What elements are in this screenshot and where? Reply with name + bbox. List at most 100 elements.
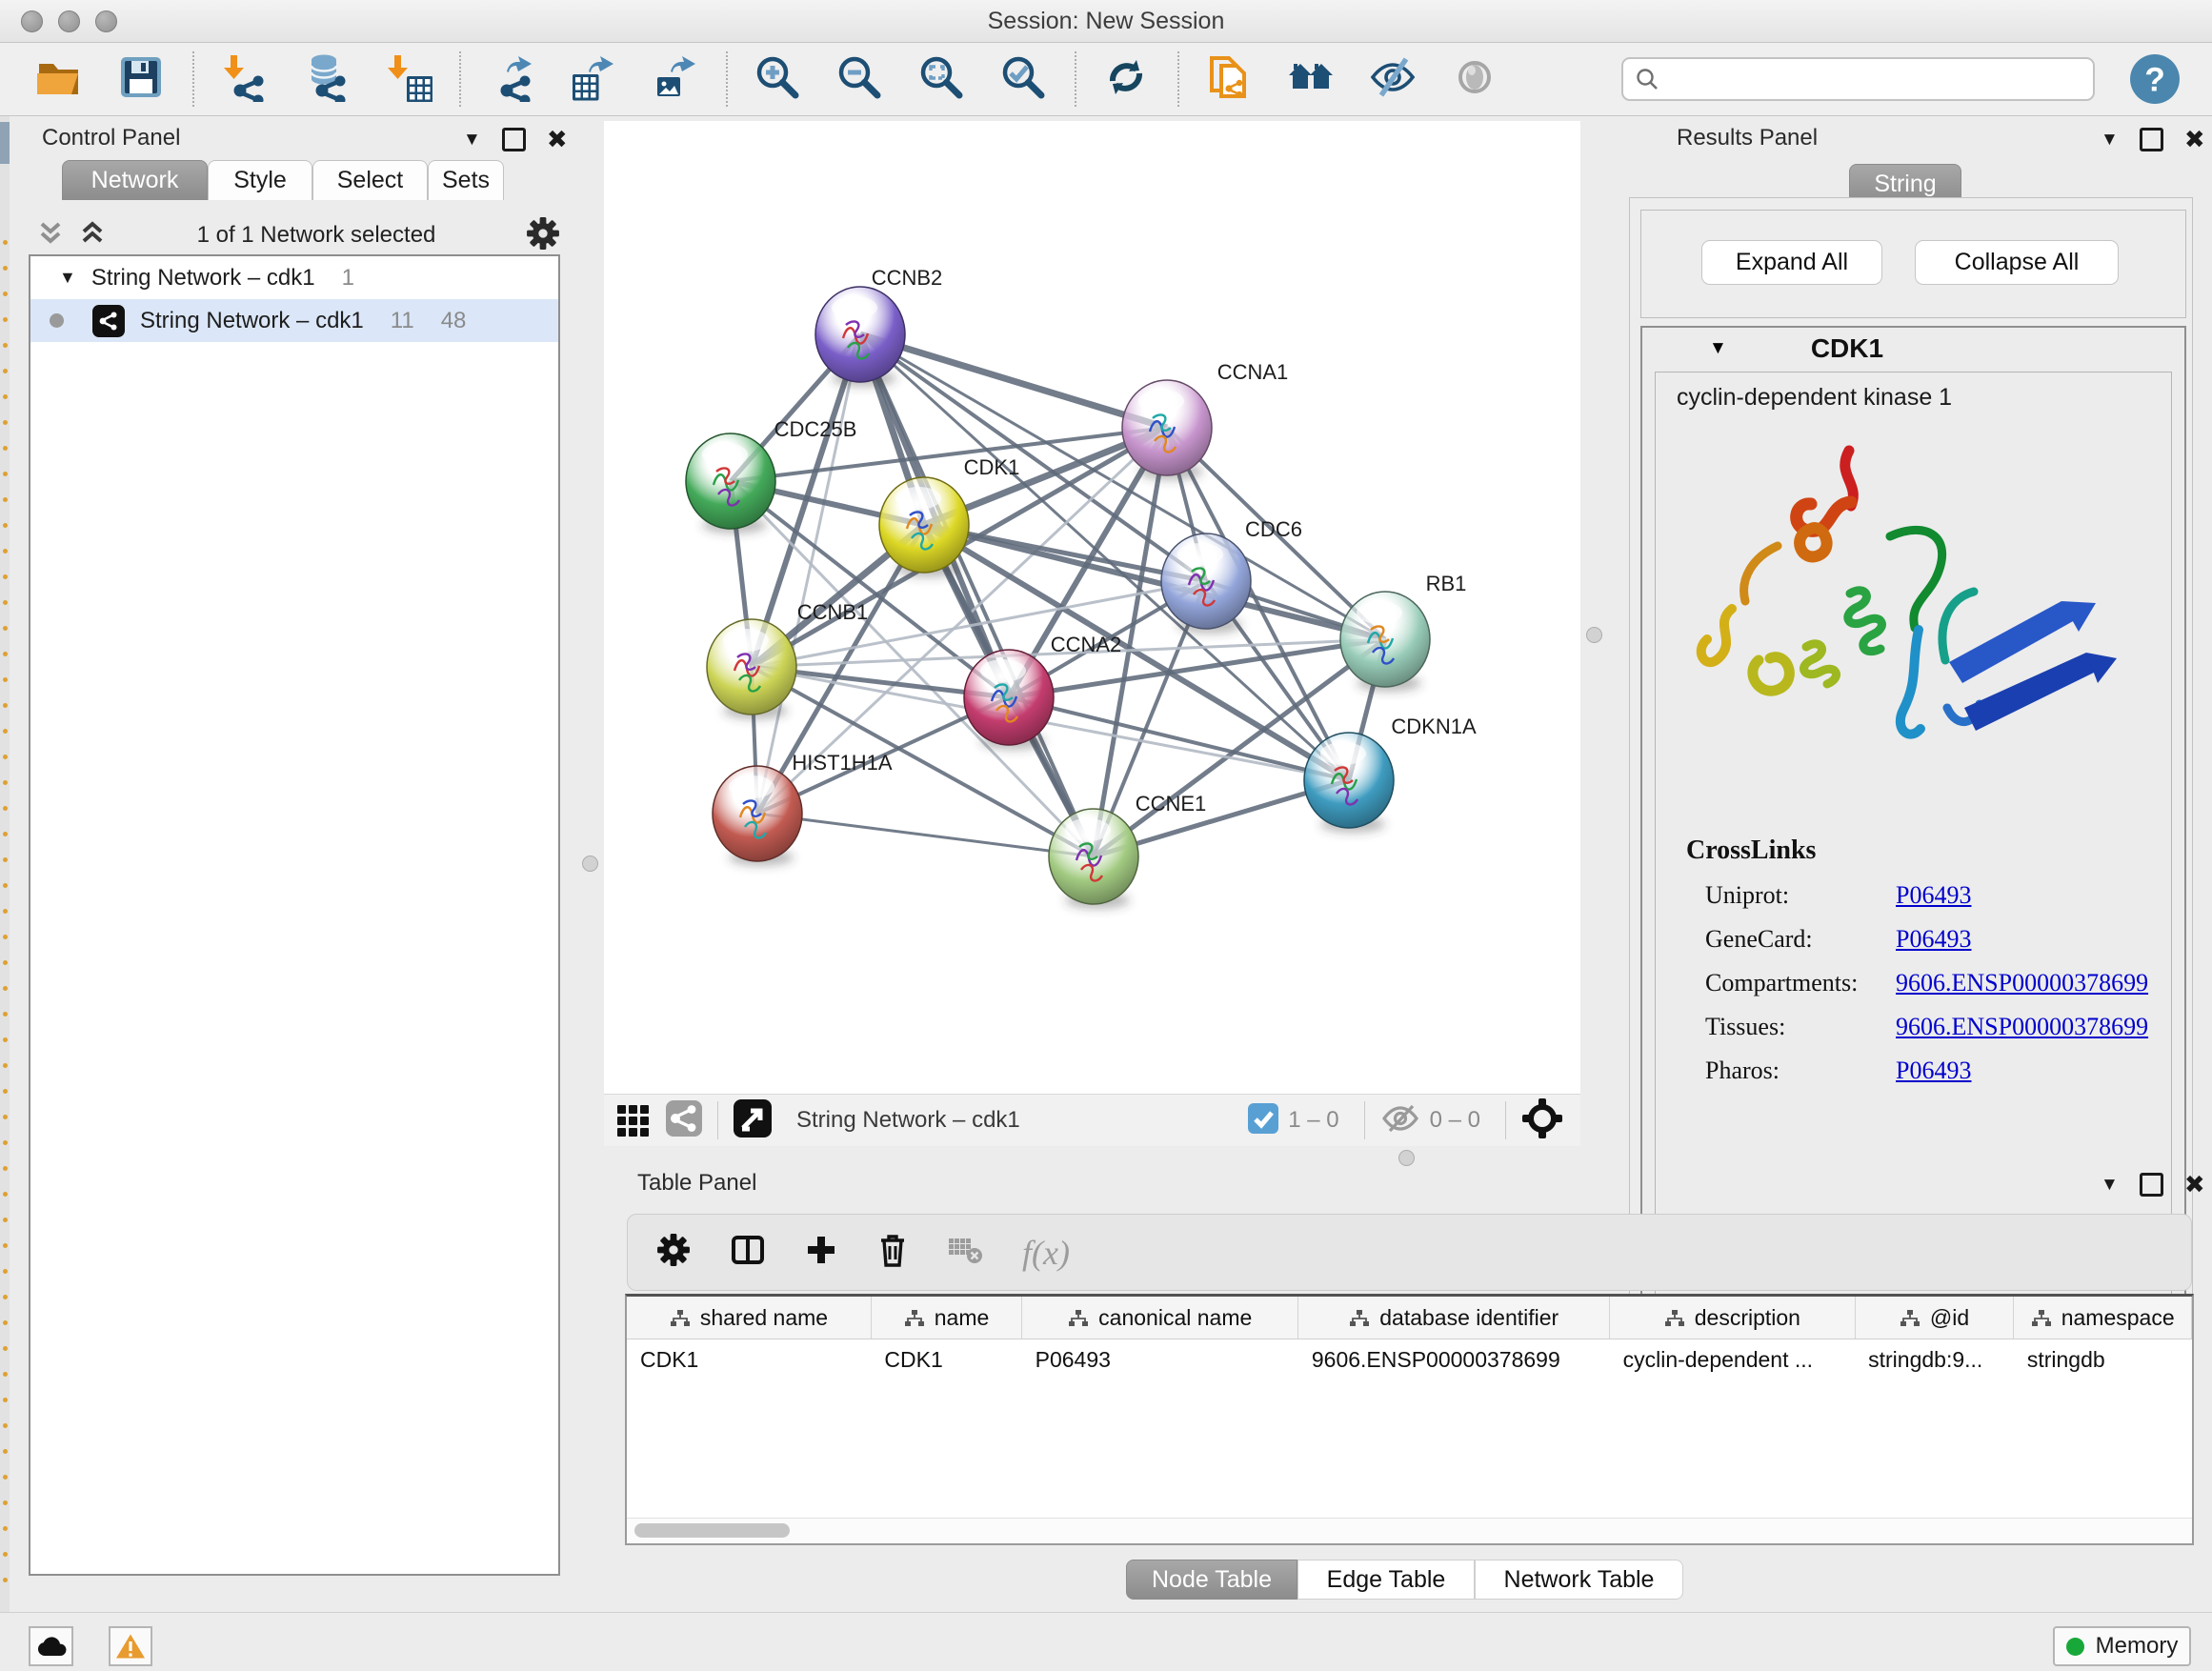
tab-node-table[interactable]: Node Table bbox=[1126, 1560, 1297, 1600]
table-cell[interactable]: CDK1 bbox=[627, 1339, 871, 1380]
edge-HIST1H1A-CCNE1[interactable] bbox=[757, 814, 1094, 856]
network-canvas[interactable]: CCNB2 CCNA1 CDC25B CDK1 bbox=[604, 121, 1580, 1146]
edge-CCNB2-CCNA1[interactable] bbox=[860, 334, 1167, 428]
toolbar-button-export-table[interactable] bbox=[566, 52, 619, 106]
gene-section-header[interactable]: ▼ CDK1 bbox=[1642, 328, 2184, 370]
fit-selection-crosshair-icon[interactable] bbox=[1521, 1097, 1563, 1144]
toolbar-button-floppy[interactable] bbox=[114, 52, 168, 106]
toolbar-button-zoom-fit[interactable] bbox=[915, 52, 968, 106]
tab-edge-table[interactable]: Edge Table bbox=[1297, 1560, 1475, 1600]
table-cell[interactable]: cyclin-dependent ... bbox=[1610, 1339, 1856, 1380]
toolbar-button-import-database[interactable] bbox=[299, 52, 352, 106]
toolbar-button-import-table[interactable] bbox=[381, 52, 434, 106]
edge-CCNB2-HIST1H1A[interactable] bbox=[757, 334, 860, 814]
tab-sets[interactable]: Sets bbox=[428, 160, 504, 200]
crosslink-link[interactable]: P06493 bbox=[1896, 1057, 1971, 1085]
toolbar-button-zoom-selected[interactable] bbox=[996, 52, 1050, 106]
float-results-icon[interactable] bbox=[2140, 128, 2163, 151]
collapse-table-icon[interactable]: ▼ bbox=[2101, 1175, 2119, 1196]
toolbar-button-refresh[interactable] bbox=[1099, 52, 1153, 106]
plus-button[interactable] bbox=[805, 1234, 837, 1271]
toolbar-button-export-image[interactable] bbox=[648, 52, 701, 106]
open-in-window-icon[interactable] bbox=[734, 1099, 772, 1142]
table-cell[interactable]: P06493 bbox=[1022, 1339, 1298, 1380]
toolbar-button-export-network[interactable] bbox=[484, 52, 537, 106]
toolbar-button-documents[interactable] bbox=[1202, 52, 1256, 106]
collapse-all-button[interactable]: Collapse All bbox=[1915, 240, 2119, 285]
toolbar-button-eye-slash[interactable] bbox=[1366, 52, 1419, 106]
table-hscrollbar[interactable] bbox=[627, 1518, 2192, 1543]
columns-button[interactable] bbox=[731, 1233, 765, 1272]
tab-network-table[interactable]: Network Table bbox=[1475, 1560, 1683, 1600]
selected-checkbox-icon[interactable] bbox=[1248, 1103, 1278, 1138]
column-header-name[interactable]: name bbox=[871, 1297, 1021, 1339]
help-button[interactable]: ? bbox=[2129, 53, 2181, 105]
column-header-database-identifier[interactable]: database identifier bbox=[1298, 1297, 1610, 1339]
table-cell[interactable]: 9606.ENSP00000378699 bbox=[1298, 1339, 1610, 1380]
toolbar-button-houses[interactable] bbox=[1284, 52, 1337, 106]
cloud-button[interactable] bbox=[29, 1626, 73, 1666]
search-input[interactable] bbox=[1659, 65, 2093, 93]
rail-dot bbox=[3, 574, 8, 579]
tab-network[interactable]: Network bbox=[62, 160, 208, 200]
table-cell[interactable]: stringdb:9... bbox=[1855, 1339, 2014, 1380]
network-graph[interactable]: CCNB2 CCNA1 CDC25B CDK1 bbox=[604, 121, 1580, 1094]
collapse-all-networks-icon[interactable] bbox=[78, 218, 107, 253]
network-node-CDKN1A[interactable]: CDKN1A bbox=[1304, 715, 1477, 833]
hscroll-thumb[interactable] bbox=[634, 1523, 790, 1538]
tree-expand-icon[interactable]: ▼ bbox=[59, 268, 76, 288]
network-node-CCNA1[interactable]: CCNA1 bbox=[1122, 360, 1288, 480]
crosslink-link[interactable]: P06493 bbox=[1896, 925, 1971, 954]
toolbar-button-zoom-out[interactable] bbox=[833, 52, 886, 106]
tab-style[interactable]: Style bbox=[208, 160, 312, 200]
tab-select[interactable]: Select bbox=[312, 160, 428, 200]
network-node-RB1[interactable]: RB1 bbox=[1340, 572, 1466, 692]
network-collection-row[interactable]: ▼ String Network – cdk1 1 bbox=[30, 256, 558, 299]
expand-all-button[interactable]: Expand All bbox=[1701, 240, 1882, 285]
hidden-eye-slash-icon[interactable] bbox=[1380, 1102, 1420, 1139]
table-cell[interactable]: stringdb bbox=[2014, 1339, 2192, 1380]
left-splitter-handle[interactable] bbox=[582, 856, 598, 872]
collapse-results-icon[interactable]: ▼ bbox=[2101, 130, 2119, 151]
network-node-CDK1[interactable]: CDK1 bbox=[879, 455, 1019, 577]
float-table-icon[interactable] bbox=[2140, 1173, 2163, 1197]
toolbar-button-zoom-in[interactable] bbox=[751, 52, 804, 106]
toolbar-button-import-network[interactable] bbox=[217, 52, 271, 106]
network-row[interactable]: String Network – cdk1 11 48 bbox=[30, 299, 558, 342]
column-header-canonical-name[interactable]: canonical name bbox=[1022, 1297, 1298, 1339]
grid-x-button[interactable] bbox=[948, 1236, 982, 1269]
table-cell[interactable]: CDK1 bbox=[871, 1339, 1021, 1380]
warning-button[interactable] bbox=[109, 1626, 152, 1666]
crosslink-link[interactable]: 9606.ENSP00000378699 bbox=[1896, 1013, 2148, 1041]
share-view-icon[interactable] bbox=[666, 1100, 702, 1141]
network-node-CCNB2[interactable]: CCNB2 bbox=[815, 266, 942, 387]
toolbar-button-folder[interactable] bbox=[32, 52, 86, 106]
edge-CCNB2-CCNE1[interactable] bbox=[860, 334, 1094, 856]
expand-all-networks-icon[interactable] bbox=[36, 218, 65, 253]
network-node-HIST1H1A[interactable]: HIST1H1A bbox=[713, 751, 893, 866]
bottom-splitter-handle[interactable] bbox=[1398, 1150, 1415, 1166]
column-header-description[interactable]: description bbox=[1610, 1297, 1856, 1339]
column-header-namespace[interactable]: namespace bbox=[2014, 1297, 2192, 1339]
crosslink-link[interactable]: 9606.ENSP00000378699 bbox=[1896, 969, 2148, 997]
network-options-gear-icon[interactable] bbox=[526, 216, 560, 255]
close-results-icon[interactable]: ✖ bbox=[2184, 125, 2205, 154]
close-panel-icon[interactable]: ✖ bbox=[547, 125, 568, 154]
crosslink-link[interactable]: P06493 bbox=[1896, 881, 1971, 910]
right-splitter-handle[interactable] bbox=[1586, 627, 1602, 643]
function-builder-button[interactable]: f(x) bbox=[1022, 1233, 1070, 1273]
collapse-panel-icon[interactable]: ▼ bbox=[463, 130, 481, 151]
float-panel-icon[interactable] bbox=[502, 128, 526, 151]
close-table-icon[interactable]: ✖ bbox=[2184, 1170, 2205, 1199]
column-header-shared-name[interactable]: shared name bbox=[627, 1297, 871, 1339]
table-row[interactable]: CDK1CDK1P064939606.ENSP00000378699cyclin… bbox=[627, 1339, 2192, 1380]
search-box[interactable] bbox=[1621, 57, 2095, 101]
gear-button[interactable] bbox=[656, 1233, 691, 1272]
memory-button[interactable]: Memory bbox=[2053, 1626, 2191, 1666]
collapse-gene-icon[interactable]: ▼ bbox=[1709, 338, 1727, 359]
tab-string[interactable]: String bbox=[1849, 164, 1961, 200]
column-header--id[interactable]: @id bbox=[1855, 1297, 2014, 1339]
toolbar-button-eye[interactable] bbox=[1448, 52, 1501, 106]
trash-button[interactable] bbox=[877, 1233, 908, 1272]
grid-view-icon[interactable] bbox=[617, 1105, 649, 1137]
